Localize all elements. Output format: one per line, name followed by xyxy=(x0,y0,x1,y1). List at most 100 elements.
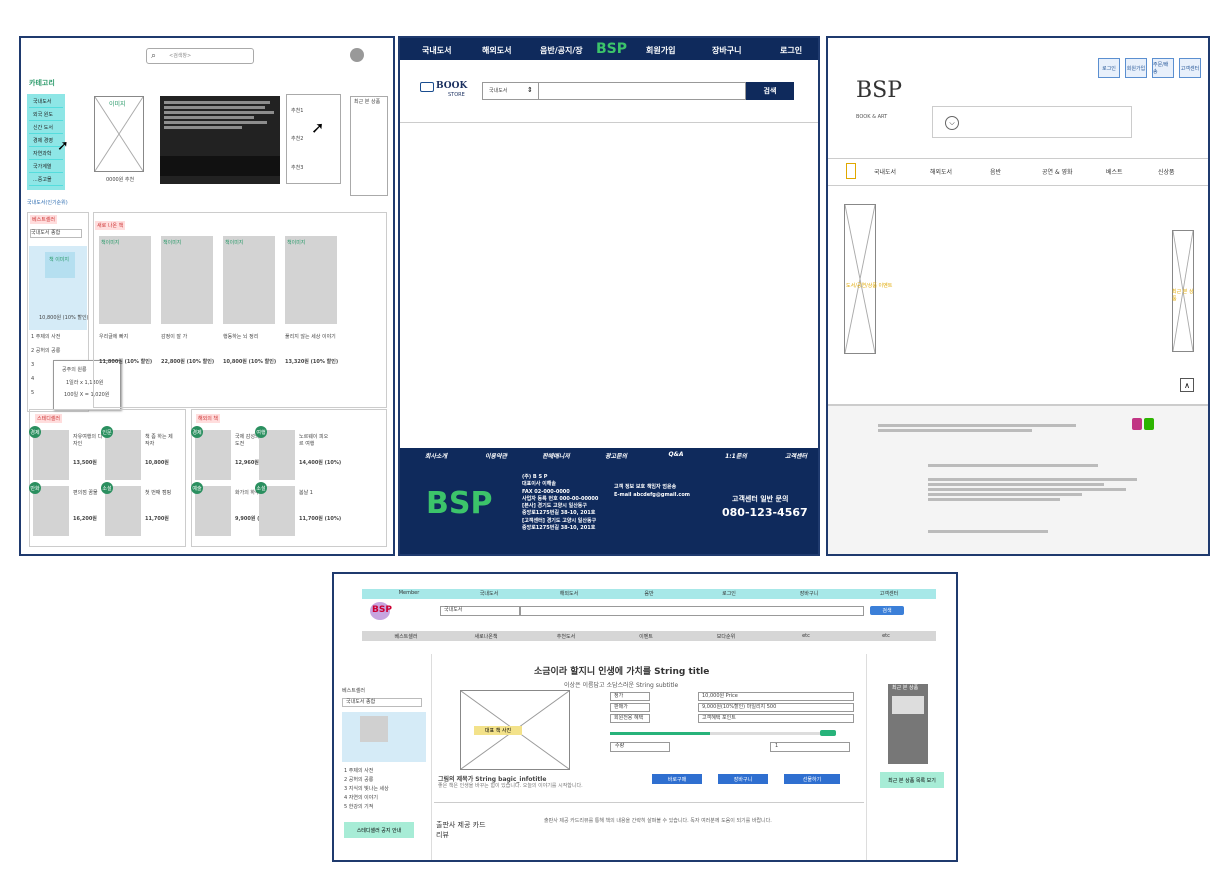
book-cover[interactable] xyxy=(195,430,231,480)
top-nav-item[interactable]: 장바구니 xyxy=(774,590,844,597)
logo[interactable]: BSP xyxy=(856,78,902,103)
book-title[interactable]: 책 좀 하는 제작자 xyxy=(145,434,175,447)
banner-left-label[interactable]: 도서/공연/상품 이벤트 xyxy=(846,282,892,289)
book-cover[interactable] xyxy=(33,430,69,480)
scroll-top-button[interactable]: ∧ xyxy=(1180,378,1194,392)
logo[interactable]: BSP xyxy=(596,41,627,57)
recommend-item[interactable]: 추천1 xyxy=(291,108,303,115)
book-cover[interactable] xyxy=(285,236,337,324)
book-cover[interactable] xyxy=(223,236,275,324)
nav-item[interactable]: 공연 & 영화 xyxy=(1042,167,1073,176)
nav-item[interactable]: 장바구니 xyxy=(712,45,742,56)
search-button[interactable]: 검색 xyxy=(746,82,794,100)
top-nav-item[interactable]: Member xyxy=(374,590,444,596)
book-title[interactable]: 노르웨이 피오르 여행 xyxy=(299,434,329,447)
sidebar-item[interactable]: 2 공허의 공룡 xyxy=(344,777,373,784)
top-button[interactable]: 회원가입 xyxy=(1125,58,1147,78)
book-cover[interactable] xyxy=(259,486,295,536)
nav-item[interactable]: 음반/공지/장 xyxy=(540,45,583,56)
mini-list-item[interactable]: 4 xyxy=(31,376,34,383)
sub-nav-item[interactable]: 보다순위 xyxy=(688,633,764,640)
sidebar-item[interactable]: 1 주제의 사전 xyxy=(344,768,373,775)
nav-item[interactable]: 신상품 xyxy=(1158,167,1175,176)
sidebar-item[interactable]: 5 한강의 기적 xyxy=(344,804,373,811)
category-item[interactable]: 신간 도서 xyxy=(29,121,63,134)
book-cover[interactable] xyxy=(33,486,69,536)
book-title[interactable]: 편의점 꿈물 xyxy=(73,490,103,497)
mini-list-item[interactable]: 1 주제의 사전 xyxy=(31,334,60,341)
top-nav-item[interactable]: 국내도서 xyxy=(454,590,524,597)
search-input[interactable] xyxy=(538,82,746,100)
category-item[interactable]: 국내도서 xyxy=(29,95,63,108)
nav-item[interactable]: 베스트 xyxy=(1106,167,1123,176)
footer-nav-item[interactable]: 광고문의 xyxy=(588,451,644,460)
quantity-select[interactable]: 1 xyxy=(770,742,850,752)
book-cover[interactable] xyxy=(259,430,295,480)
book-title[interactable]: 풀리지 않는 세상 이야기 xyxy=(285,334,345,341)
recommend-item[interactable]: 추천3 xyxy=(291,165,303,172)
footer-nav-item[interactable]: 고객센터 xyxy=(768,451,818,460)
book-cover[interactable] xyxy=(105,486,141,536)
mini-list-item[interactable]: 5 xyxy=(31,390,34,397)
buy-button[interactable]: 바로구매 xyxy=(652,774,702,784)
chat-icon[interactable] xyxy=(1144,418,1154,430)
nav-item[interactable]: 해외도서 xyxy=(930,167,952,176)
new-books-tab[interactable]: 새로 나온 책 xyxy=(95,221,126,230)
top-nav-item[interactable]: 해외도서 xyxy=(534,590,604,597)
bestseller-tab[interactable]: 베스트셀러 xyxy=(30,215,58,224)
search-bar[interactable]: ⌕ <검색창> xyxy=(146,48,254,64)
nav-item[interactable]: 회원가입 xyxy=(646,45,676,56)
search-button[interactable]: 검색 xyxy=(870,606,904,615)
nav-item[interactable]: 음반 xyxy=(990,167,1001,176)
sub-nav-item[interactable]: 추천도서 xyxy=(528,633,604,640)
top-button[interactable]: 주문/배송 xyxy=(1152,58,1174,78)
sub-nav-item[interactable]: 새로나온책 xyxy=(448,633,524,640)
nav-item[interactable]: 로그인 xyxy=(780,45,803,56)
nav-item[interactable]: 국내도서 xyxy=(422,45,452,56)
cart-button[interactable]: 장바구니 xyxy=(718,774,768,784)
sidebar-note[interactable]: 스테디셀러 공지 안내 xyxy=(344,822,414,838)
steady-tab[interactable]: 스테디셀러 xyxy=(35,414,63,423)
recent-note[interactable]: 최근 본 상품 목록 보기 xyxy=(880,772,944,788)
footer-nav-item[interactable]: 이용약관 xyxy=(468,451,524,460)
search-input[interactable] xyxy=(520,606,864,616)
book-title[interactable]: 행동하는 뇌 정리 xyxy=(223,334,283,341)
category-select[interactable]: 국내도서 ⇕ xyxy=(482,82,538,100)
book-title[interactable]: 우리글에 빠지 xyxy=(99,334,159,341)
book-cover[interactable] xyxy=(105,430,141,480)
sidebar-item[interactable]: 4 자연의 이야기 xyxy=(344,795,378,802)
sub-nav-item[interactable]: etc xyxy=(848,633,924,639)
gift-button[interactable]: 선물하기 xyxy=(784,774,840,784)
top-nav-item[interactable]: 음반 xyxy=(614,590,684,597)
foreign-tab[interactable]: 해외의 책 xyxy=(196,414,220,423)
top-button[interactable]: 고객센터 xyxy=(1179,58,1201,78)
filter-select[interactable]: 국내도서(인기순위) xyxy=(27,200,68,207)
category-item[interactable]: ...중고몰 xyxy=(29,173,63,186)
search-box[interactable]: ⌵ xyxy=(932,106,1132,138)
category-item[interactable]: 국가계열 xyxy=(29,160,63,173)
bestseller-select[interactable]: 국내도서 종합 xyxy=(30,229,82,238)
footer-nav-item[interactable]: 1:1문의 xyxy=(708,451,764,460)
mini-list-item[interactable]: 3 xyxy=(31,362,34,369)
user-avatar-icon[interactable] xyxy=(350,48,364,62)
book-cover[interactable] xyxy=(99,236,151,324)
confirm-tag[interactable] xyxy=(820,730,836,736)
top-button[interactable]: 로그인 xyxy=(1098,58,1120,78)
top-nav-item[interactable]: 로그인 xyxy=(694,590,764,597)
nav-item[interactable]: 해외도서 xyxy=(482,45,512,56)
book-cover[interactable] xyxy=(195,486,231,536)
recommend-item[interactable]: 추천2 xyxy=(291,136,303,143)
book-title[interactable]: 감정이 잘 가 xyxy=(161,334,221,341)
sub-nav-item[interactable]: 베스트셀러 xyxy=(368,633,444,640)
instagram-icon[interactable] xyxy=(1132,418,1142,430)
banner-right-label[interactable]: 최근 본 상품 xyxy=(1172,288,1194,302)
book-title[interactable]: 봄날 1 xyxy=(299,490,329,497)
mini-list-item[interactable]: 2 공허의 공룡 xyxy=(31,348,60,355)
top-nav-item[interactable]: 고객센터 xyxy=(854,590,924,597)
footer-nav-item[interactable]: Q&A xyxy=(648,451,704,458)
sub-nav-item[interactable]: etc xyxy=(768,633,844,639)
footer-nav-item[interactable]: 판매매니저 xyxy=(528,451,584,460)
sidebar-item[interactable]: 3 지식의 빛나는 세상 xyxy=(344,786,389,793)
category-select[interactable]: 국내도서 xyxy=(440,606,520,616)
book-cover[interactable] xyxy=(161,236,213,324)
